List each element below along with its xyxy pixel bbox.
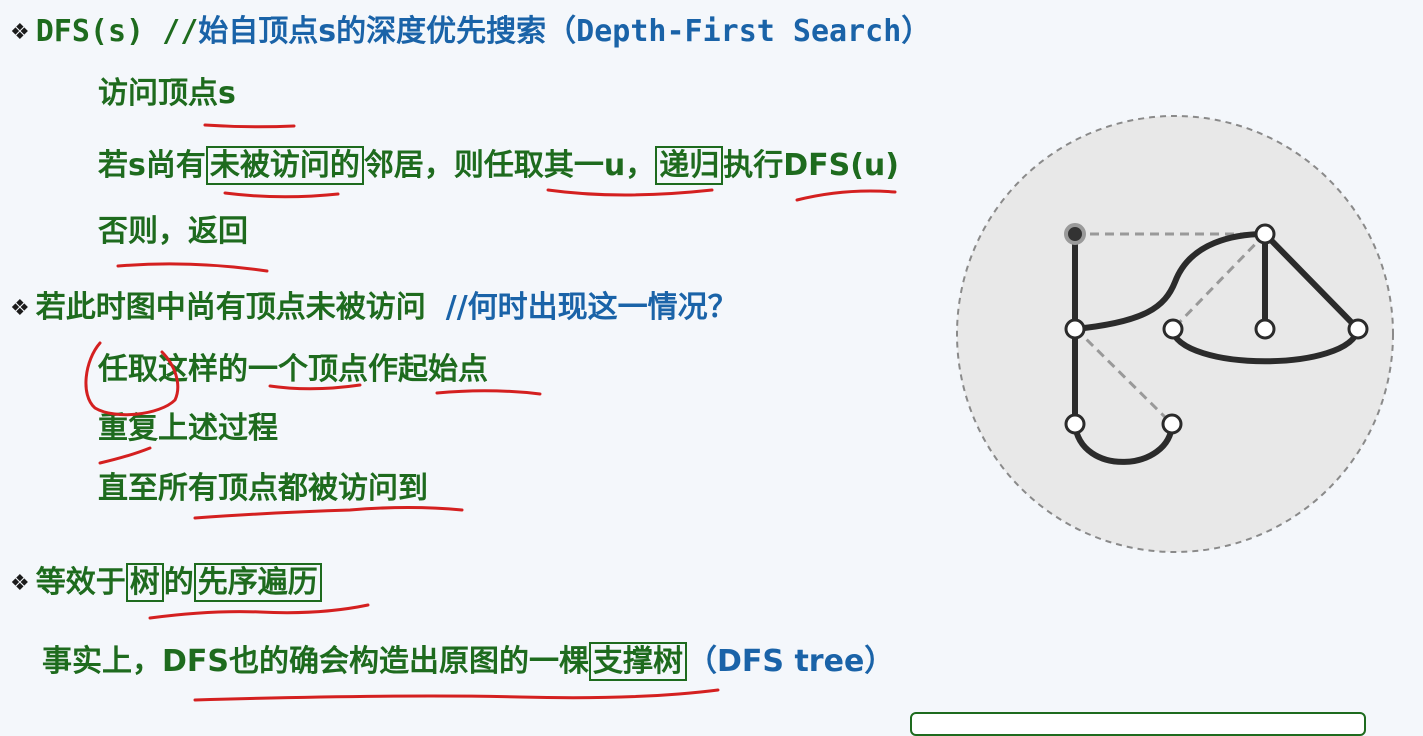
red-underline (98, 446, 152, 465)
red-underline (435, 389, 542, 396)
red-underline (546, 188, 714, 197)
red-underline (116, 262, 269, 273)
red-underline (203, 123, 296, 129)
red-underline (268, 383, 362, 391)
red-circle-mark (84, 341, 180, 417)
handwritten-annotations (84, 123, 897, 702)
red-underline (193, 688, 720, 702)
red-underline (223, 191, 340, 199)
red-underline (795, 189, 897, 202)
red-underline (193, 506, 464, 520)
bottom-panel-edge (910, 712, 1366, 736)
red-underlines (84, 123, 897, 702)
red-underline (148, 603, 370, 620)
